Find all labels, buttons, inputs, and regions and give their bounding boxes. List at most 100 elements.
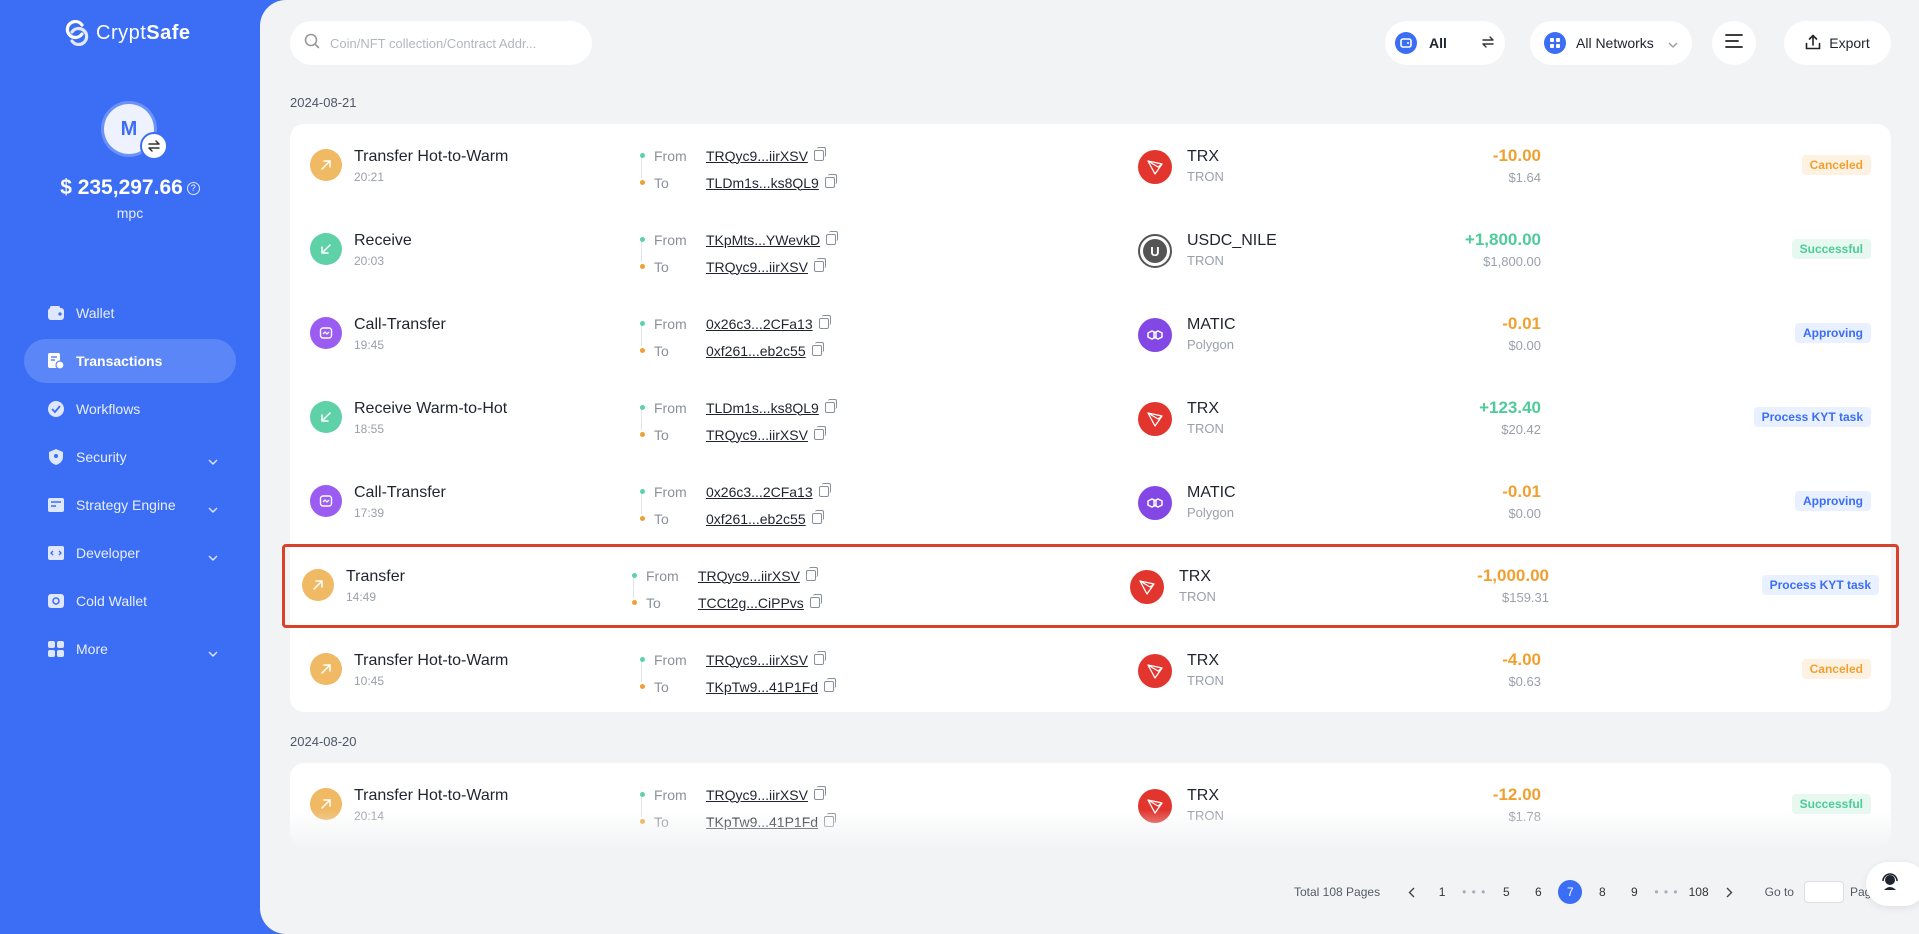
export-button[interactable]: Export (1784, 21, 1891, 65)
sidebar-item-more[interactable]: More (24, 627, 236, 671)
next-page-icon[interactable] (1719, 880, 1741, 904)
prev-page-icon[interactable] (1400, 880, 1422, 904)
network-filter[interactable]: All Networks (1530, 21, 1692, 65)
from-address[interactable]: TLDm1s...ks8QL9 (706, 400, 819, 416)
to-dot (640, 180, 645, 185)
page-list: 1 • • • 5 6 7 8 9 • • • 108 (1426, 880, 1715, 904)
switch-account-icon[interactable] (140, 132, 168, 160)
code-icon (46, 543, 66, 563)
transaction-row[interactable]: Transfer Hot-to-Warm 20:21 From TRQyc9...ii… (290, 124, 1891, 208)
to-address[interactable]: TRQyc9...iirXSV (706, 259, 808, 275)
copy-icon[interactable] (805, 567, 818, 581)
copy-icon[interactable] (809, 594, 822, 608)
coin-name: TRX (1187, 400, 1219, 417)
transaction-row[interactable]: Receive Warm-to-Hot 18:55 From TLDm1s...ks8… (290, 376, 1891, 460)
usd-value: $1.64 (1508, 170, 1541, 185)
search-input[interactable] (330, 35, 570, 51)
search-box[interactable] (290, 21, 592, 65)
network-icon (1544, 32, 1566, 54)
copy-icon[interactable] (824, 678, 837, 692)
page-number[interactable]: 1 (1430, 880, 1454, 904)
copy-icon[interactable] (826, 231, 839, 245)
from-address[interactable]: TRQyc9...iirXSV (706, 652, 808, 668)
wallet-type-icon (1395, 32, 1417, 54)
page-number[interactable]: 6 (1526, 880, 1550, 904)
sidebar-item-security[interactable]: Security (24, 435, 236, 479)
copy-icon[interactable] (813, 651, 826, 665)
from-address[interactable]: 0x26c3...2CFa13 (706, 484, 813, 500)
type-filter[interactable]: All (1385, 21, 1505, 65)
page-number[interactable]: 5 (1494, 880, 1518, 904)
sidebar-item-developer[interactable]: Developer (24, 531, 236, 575)
usd-value: $0.00 (1508, 506, 1541, 521)
page-ellipsis[interactable]: • • • (1654, 885, 1678, 899)
pagination: Total 108 Pages 1 • • • 5 6 7 8 9 • • • 108 Go t… (1294, 880, 1878, 904)
outgoing-arrow-icon (310, 149, 342, 181)
to-address[interactable]: TRQyc9...iirXSV (706, 427, 808, 443)
copy-icon[interactable] (811, 342, 824, 356)
sidebar-item-wallet[interactable]: Wallet (24, 291, 236, 335)
from-address[interactable]: TRQyc9...iirXSV (698, 568, 800, 584)
copy-icon[interactable] (824, 399, 837, 413)
transaction-row[interactable]: Call-Transfer 19:45 From 0x26c3...2CFa13 To 0… (290, 292, 1891, 376)
transaction-row[interactable]: Transfer 14:49 From TRQyc9...iirXSV To TCCt2g… (282, 544, 1899, 628)
from-address[interactable]: 0x26c3...2CFa13 (706, 316, 813, 332)
transaction-row[interactable]: Call-Transfer 17:39 From 0x26c3...2CFa13 To 0… (290, 460, 1891, 544)
usd-value: $0.00 (1508, 338, 1541, 353)
address-block: From TRQyc9...iirXSV To TLDm1s...ks8QL9 (640, 142, 900, 196)
from-dot (640, 792, 645, 797)
menu-button[interactable] (1712, 21, 1756, 65)
logo[interactable]: CryptSafe (64, 19, 191, 47)
transaction-type: Call-Transfer (354, 316, 446, 333)
status-badge: Process KYT task (1761, 575, 1879, 595)
from-label: From (654, 315, 687, 332)
copy-icon[interactable] (811, 510, 824, 524)
sidebar-item-label: Developer (76, 545, 140, 561)
copy-icon[interactable] (813, 786, 826, 800)
page-number[interactable]: 108 (1687, 880, 1711, 904)
transaction-time: 14:49 (346, 590, 377, 604)
usdc-coin-icon: U (1138, 234, 1172, 268)
sidebar-item-cold-wallet[interactable]: Cold Wallet (24, 579, 236, 623)
account-avatar-area: M (104, 104, 168, 160)
copy-icon[interactable] (824, 174, 837, 188)
group-date: 2024-08-21 (290, 95, 357, 110)
goto-page-input[interactable] (1803, 881, 1844, 903)
copy-icon[interactable] (813, 258, 826, 272)
support-button[interactable] (1866, 862, 1919, 906)
to-address[interactable]: 0xf261...eb2c55 (706, 511, 806, 527)
help-icon[interactable]: ? (186, 181, 200, 195)
from-label: From (654, 651, 687, 668)
copy-icon[interactable] (813, 147, 826, 161)
sidebar: CryptSafe M $ 235,297.66? mpc Wallet Tran… (0, 0, 260, 934)
copy-icon[interactable] (818, 483, 831, 497)
coin-name: TRX (1179, 568, 1211, 585)
from-address[interactable]: TKpMts...YWevkD (706, 232, 820, 248)
from-address[interactable]: TRQyc9...iirXSV (706, 148, 808, 164)
transaction-type: Call-Transfer (354, 484, 446, 501)
transaction-row[interactable]: Receive 20:03 From TKpMts...YWevkD To TRQyc9.… (290, 208, 1891, 292)
page-number[interactable]: 9 (1622, 880, 1646, 904)
address-block: From TRQyc9...iirXSV To TCCt2g...CiPPvs (632, 562, 892, 616)
sidebar-item-strategy-engine[interactable]: Strategy Engine (24, 483, 236, 527)
transaction-type: Transfer Hot-to-Warm (354, 787, 509, 804)
swap-icon[interactable] (1481, 35, 1495, 51)
to-address[interactable]: 0xf261...eb2c55 (706, 343, 806, 359)
page-number[interactable]: 8 (1590, 880, 1614, 904)
from-address[interactable]: TRQyc9...iirXSV (706, 787, 808, 803)
sidebar-item-transactions[interactable]: Transactions (24, 339, 236, 383)
address-block: From TRQyc9...iirXSV To TKpTw9...41P1Fd (640, 646, 900, 700)
to-address[interactable]: TKpTw9...41P1Fd (706, 679, 818, 695)
logo-icon (64, 19, 90, 47)
sidebar-item-workflows[interactable]: Workflows (24, 387, 236, 431)
to-address[interactable]: TLDm1s...ks8QL9 (706, 175, 819, 191)
page-number[interactable]: 7 (1558, 880, 1583, 904)
copy-icon[interactable] (813, 426, 826, 440)
page-ellipsis[interactable]: • • • (1462, 885, 1486, 899)
transaction-row[interactable]: Transfer Hot-to-Warm 10:45 From TRQyc9...ii… (290, 628, 1891, 712)
to-label: To (654, 174, 669, 191)
type-filter-label: All (1429, 35, 1447, 51)
to-dot (640, 348, 645, 353)
to-address[interactable]: TCCt2g...CiPPvs (698, 595, 804, 611)
copy-icon[interactable] (818, 315, 831, 329)
